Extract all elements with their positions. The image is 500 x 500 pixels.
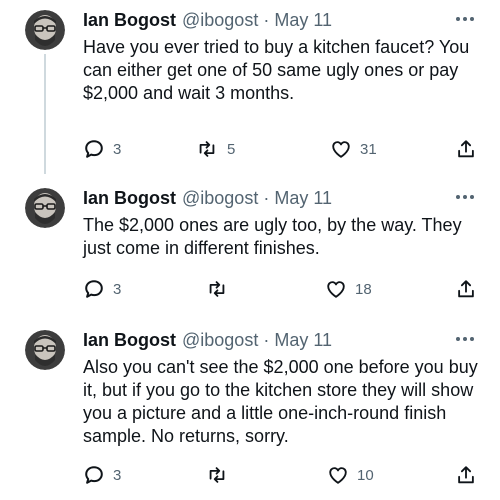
like-icon xyxy=(327,464,349,486)
reply-icon xyxy=(83,138,105,160)
reply-button[interactable]: 3 xyxy=(83,463,121,487)
tweet-actions: 3 18 xyxy=(83,277,483,301)
tweet-text: The $2,000 ones are ugly too, by the way… xyxy=(83,215,462,258)
share-button[interactable] xyxy=(455,463,477,487)
reply-count: 3 xyxy=(113,280,122,298)
share-button[interactable] xyxy=(455,277,477,301)
tweet-header: Ian Bogost @ibogost · May 11 xyxy=(83,188,332,212)
author-handle[interactable]: @ibogost xyxy=(182,10,258,31)
tweet-text: Also you can't see the $2,000 one before… xyxy=(83,357,478,446)
retweet-icon xyxy=(205,278,229,300)
reply-button[interactable]: 3 xyxy=(83,137,121,161)
more-icon[interactable] xyxy=(453,332,477,346)
author-handle[interactable]: @ibogost xyxy=(182,330,258,351)
like-button[interactable]: 18 xyxy=(325,277,372,301)
tweet-1[interactable]: Ian Bogost @ibogost · May 11 Have you ev… xyxy=(0,0,500,174)
like-count: 10 xyxy=(357,466,374,484)
tweet-actions: 3 5 31 xyxy=(83,137,483,161)
retweet-button[interactable]: 5 xyxy=(195,137,235,161)
tweet-text: Have you ever tried to buy a kitchen fau… xyxy=(83,37,470,103)
like-icon xyxy=(330,138,352,160)
separator-dot: · xyxy=(263,10,270,30)
retweet-icon xyxy=(195,138,219,160)
separator-dot: · xyxy=(263,330,270,350)
retweet-button[interactable] xyxy=(205,463,237,487)
like-count: 18 xyxy=(355,280,372,298)
retweet-count: 5 xyxy=(227,140,236,158)
tweet-date[interactable]: May 11 xyxy=(274,188,332,209)
separator-dot: · xyxy=(263,188,270,208)
share-icon xyxy=(455,464,477,486)
like-button[interactable]: 31 xyxy=(330,137,377,161)
like-icon xyxy=(325,278,347,300)
tweet-actions: 3 10 xyxy=(83,463,483,487)
author-name[interactable]: Ian Bogost xyxy=(83,10,176,31)
author-name[interactable]: Ian Bogost xyxy=(83,188,176,209)
thread-connector-line xyxy=(44,54,46,174)
author-handle[interactable]: @ibogost xyxy=(182,188,258,209)
more-icon[interactable] xyxy=(453,12,477,26)
author-name[interactable]: Ian Bogost xyxy=(83,330,176,351)
more-icon[interactable] xyxy=(453,190,477,204)
retweet-button[interactable] xyxy=(205,277,237,301)
reply-count: 3 xyxy=(113,140,122,158)
reply-button[interactable]: 3 xyxy=(83,277,121,301)
tweet-2[interactable]: Ian Bogost @ibogost · May 11 The $2,000 … xyxy=(0,178,500,320)
tweet-3[interactable]: Ian Bogost @ibogost · May 11 Also you ca… xyxy=(0,320,500,500)
share-icon xyxy=(455,138,477,160)
tweet-header: Ian Bogost @ibogost · May 11 xyxy=(83,330,332,354)
retweet-icon xyxy=(205,464,229,486)
like-count: 31 xyxy=(360,140,377,158)
avatar[interactable] xyxy=(25,188,65,228)
tweet-header: Ian Bogost @ibogost · May 11 xyxy=(83,10,332,34)
like-button[interactable]: 10 xyxy=(327,463,374,487)
tweet-thread: Ian Bogost @ibogost · May 11 Have you ev… xyxy=(0,0,500,500)
tweet-date[interactable]: May 11 xyxy=(274,10,332,31)
reply-icon xyxy=(83,464,105,486)
reply-icon xyxy=(83,278,105,300)
share-icon xyxy=(455,278,477,300)
share-button[interactable] xyxy=(455,137,477,161)
reply-count: 3 xyxy=(113,466,122,484)
avatar[interactable] xyxy=(25,10,65,50)
tweet-date[interactable]: May 11 xyxy=(274,330,332,351)
avatar[interactable] xyxy=(25,330,65,370)
